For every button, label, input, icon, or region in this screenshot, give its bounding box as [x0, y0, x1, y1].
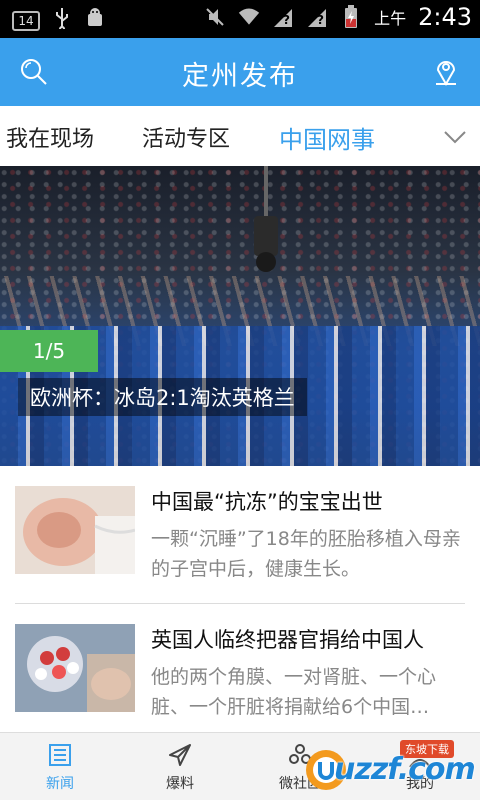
news-thumbnail: [15, 486, 136, 574]
tabs-expand-button[interactable]: [442, 124, 468, 150]
nav-news[interactable]: 新闻: [0, 733, 120, 800]
newspaper-icon: [49, 744, 71, 766]
location-pin-icon: [436, 61, 456, 87]
tab-activities[interactable]: 活动专区: [142, 121, 230, 153]
spidercam-image: [254, 166, 278, 272]
category-tabs: 我在现场 活动专区 中国网事: [0, 106, 480, 166]
page-title: 定州发布: [182, 61, 298, 92]
news-description: 他的两个角膜、一对肾脏、一个心脏、一个肝脏将捐献给6个中国…: [151, 666, 437, 718]
chevron-down-icon: [444, 131, 466, 144]
location-button[interactable]: [430, 56, 462, 88]
site-watermark: 东坡下载 uzzf.com: [300, 738, 476, 798]
status-bar: 14 ? ? 上午 2:43: [0, 0, 480, 38]
nav-label: 新闻: [46, 776, 74, 792]
news-list-item[interactable]: 英国人临终把器官捐给中国人 他的两个角膜、一对肾脏、一个心脏、一个肝脏将捐献给6…: [0, 604, 480, 742]
news-description: 一颗“沉睡”了18年的胚胎移植入母亲的子宫中后，健康生长。: [151, 528, 461, 580]
slide-counter: 1/5: [0, 330, 98, 372]
mute-icon: [204, 6, 226, 28]
watermark-text: uzzf.com: [334, 752, 476, 787]
wifi-icon: [238, 6, 260, 28]
usb-icon: [54, 7, 70, 35]
android-debug-icon: [84, 7, 106, 35]
hero-carousel[interactable]: 1/5 欧洲杯：冰岛2:1淘汰英格兰: [0, 166, 480, 466]
tab-onsite[interactable]: 我在现场: [6, 121, 94, 153]
tab-china-news[interactable]: 中国网事: [279, 120, 375, 155]
news-title: 英国人临终把器官捐给中国人: [151, 628, 424, 652]
slide-caption[interactable]: 欧洲杯：冰岛2:1淘汰英格兰: [18, 378, 307, 416]
signal-unknown-icon: ?: [272, 6, 294, 28]
paper-plane-icon: [169, 744, 191, 766]
app-header: 定州发布: [0, 38, 480, 106]
signal-unknown-icon: ?: [306, 6, 328, 28]
svg-text:?: ?: [283, 13, 290, 27]
status-ampm: 上午: [374, 9, 407, 28]
nav-label: 爆料: [166, 776, 194, 792]
svg-text:?: ?: [317, 13, 324, 27]
news-title: 中国最“抗冻”的宝宝出世: [151, 490, 383, 514]
news-thumbnail: [15, 624, 135, 712]
battery-charging-icon: [340, 5, 362, 28]
status-time: 2:43: [418, 3, 472, 31]
nav-report[interactable]: 爆料: [120, 733, 240, 800]
news-list-item[interactable]: 中国最“抗冻”的宝宝出世 一颗“沉睡”了18年的胚胎移植入母亲的子宫中后，健康生…: [0, 466, 480, 604]
notification-count-badge: 14: [12, 11, 40, 31]
